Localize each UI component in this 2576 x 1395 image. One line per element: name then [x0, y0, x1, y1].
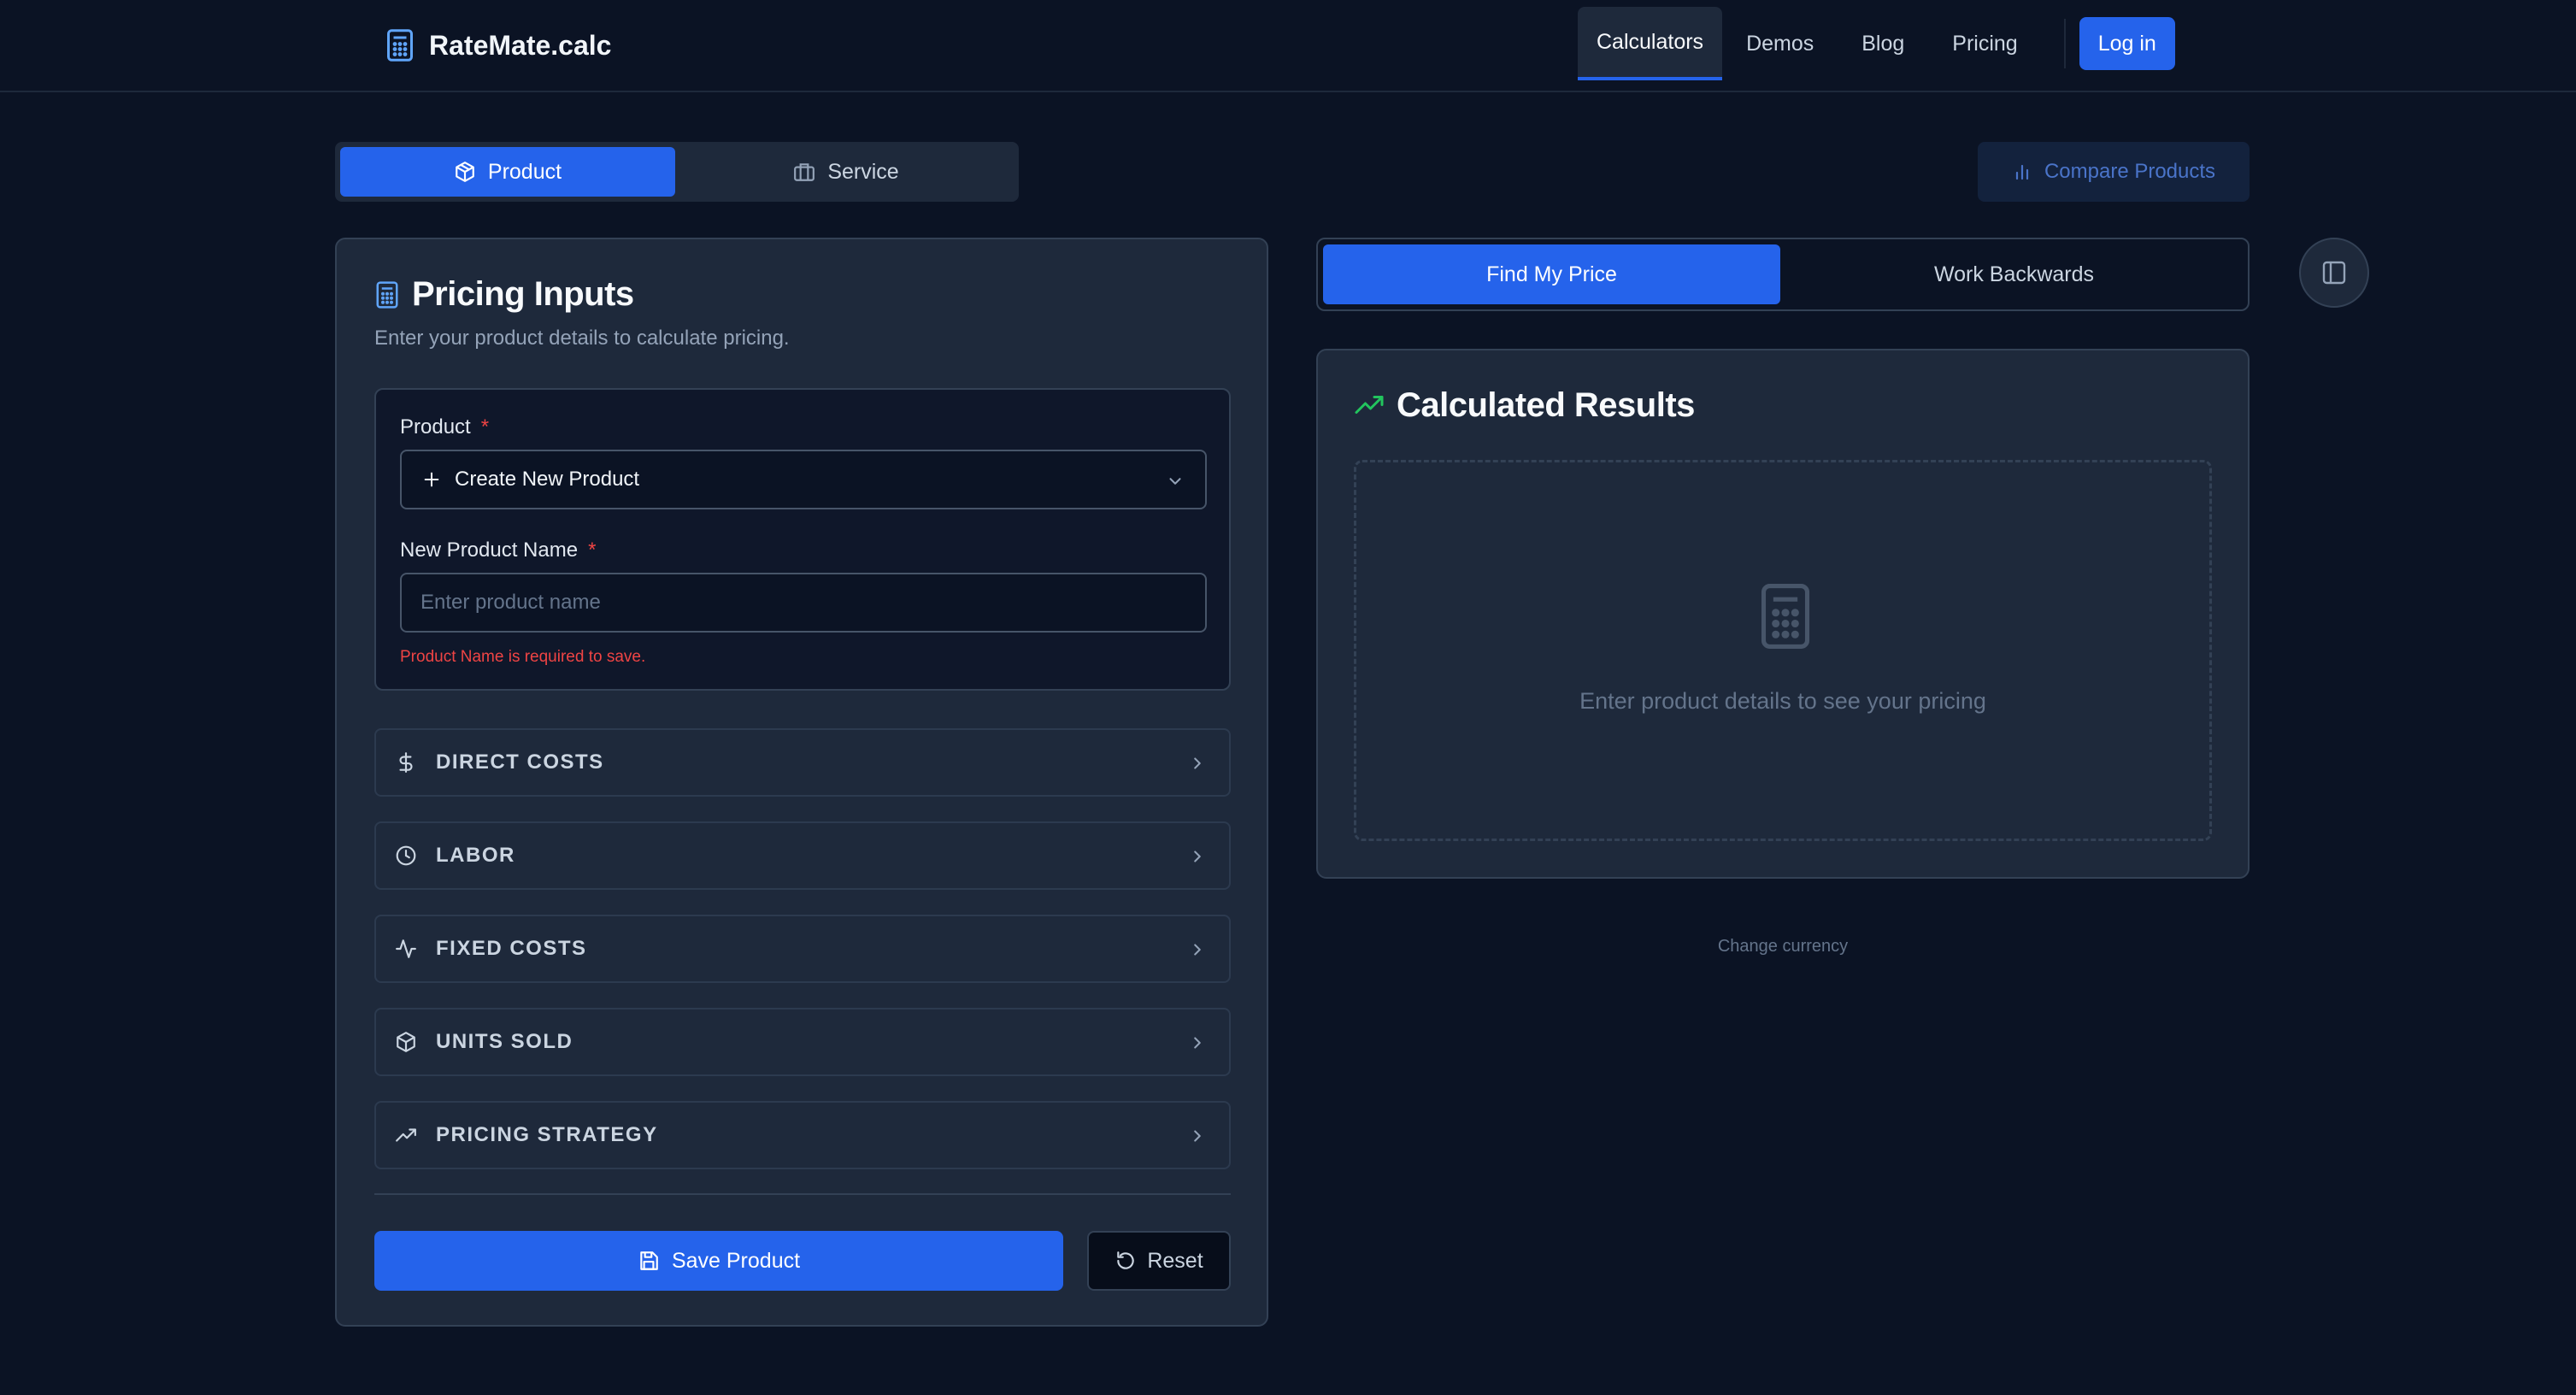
- product-name-error: Product Name is required to save.: [400, 648, 646, 666]
- pricing-inputs-subtitle: Enter your product details to calculate …: [374, 327, 790, 350]
- calculated-results-card: Calculated Results Enter product details…: [1316, 349, 2250, 879]
- calculator-icon: [374, 280, 400, 309]
- product-tab-label: Product: [487, 159, 562, 184]
- briefcase-icon: [793, 161, 815, 183]
- chevron-right-icon: [1188, 1033, 1207, 1052]
- section-fixed-costs[interactable]: FIXED COSTS: [374, 915, 1231, 983]
- nav-pricing[interactable]: Pricing: [1928, 7, 2041, 80]
- reset-label: Reset: [1147, 1248, 1203, 1273]
- trending-up-icon: [1354, 391, 1385, 421]
- product-tab[interactable]: Product: [340, 147, 675, 197]
- calculator-icon: [1756, 582, 1814, 650]
- section-label: DIRECT COSTS: [436, 750, 604, 774]
- activity-icon: [395, 938, 417, 960]
- service-tab-label: Service: [827, 159, 899, 184]
- service-tab[interactable]: Service: [679, 147, 1014, 197]
- pricing-inputs-card: Pricing Inputs Enter your product detail…: [335, 238, 1268, 1327]
- plus-icon: [422, 470, 441, 489]
- reset-button[interactable]: Reset: [1087, 1231, 1231, 1291]
- calculator-icon: [385, 28, 415, 62]
- nav-calculators[interactable]: Calculators: [1578, 7, 1723, 80]
- section-labor[interactable]: LABOR: [374, 821, 1231, 890]
- chevron-right-icon: [1188, 847, 1207, 866]
- section-pricing-strategy[interactable]: PRICING STRATEGY: [374, 1101, 1231, 1169]
- results-header: Calculated Results: [1354, 386, 1695, 425]
- section-label: FIXED COSTS: [436, 937, 587, 960]
- section-label: PRICING STRATEGY: [436, 1123, 658, 1146]
- required-mark: *: [480, 415, 490, 439]
- compare-products-label: Compare Products: [2044, 160, 2216, 183]
- nav-demos[interactable]: Demos: [1722, 7, 1838, 80]
- nav-divider: [2063, 19, 2066, 68]
- required-mark: *: [588, 539, 597, 562]
- change-currency-link[interactable]: Change currency: [1316, 937, 2250, 956]
- divider: [374, 1193, 1231, 1195]
- find-my-price-tab[interactable]: Find My Price: [1323, 244, 1780, 304]
- product-name-label: New Product Name *: [400, 539, 597, 562]
- brand-name: RateMate.calc: [429, 29, 612, 61]
- compare-products-button[interactable]: Compare Products: [1978, 142, 2250, 202]
- product-name-input[interactable]: [400, 573, 1207, 633]
- reset-icon: [1115, 1250, 1137, 1272]
- box-icon: [395, 1031, 417, 1053]
- section-label: LABOR: [436, 844, 515, 867]
- toggle-panel-button[interactable]: [2299, 238, 2369, 308]
- main-nav: Calculators Demos Blog Pricing Log in: [1578, 7, 2175, 80]
- chevron-right-icon: [1188, 754, 1207, 773]
- save-product-button[interactable]: Save Product: [374, 1231, 1063, 1291]
- results-empty-state: Enter product details to see your pricin…: [1354, 460, 2212, 841]
- product-details-box: Product * Create New Product New Product …: [374, 388, 1231, 691]
- box-icon: [454, 161, 476, 183]
- bar-chart-icon: [2012, 162, 2032, 182]
- calculation-mode-toggle: Find My Price Work Backwards: [1316, 238, 2250, 311]
- section-units-sold[interactable]: UNITS SOLD: [374, 1008, 1231, 1076]
- chevron-down-icon: [1166, 472, 1185, 491]
- section-direct-costs[interactable]: DIRECT COSTS: [374, 728, 1231, 797]
- clock-icon: [395, 845, 417, 867]
- brand[interactable]: RateMate.calc: [385, 26, 611, 65]
- section-label: UNITS SOLD: [436, 1030, 573, 1053]
- product-select[interactable]: Create New Product: [400, 450, 1207, 509]
- nav-blog[interactable]: Blog: [1838, 7, 1928, 80]
- work-backwards-tab[interactable]: Work Backwards: [1785, 244, 2243, 304]
- save-icon: [638, 1250, 660, 1272]
- results-empty-text: Enter product details to see your pricin…: [1579, 688, 1986, 714]
- save-product-label: Save Product: [671, 1248, 801, 1273]
- chevron-right-icon: [1188, 940, 1207, 959]
- page-title: Pricing Inputs: [412, 275, 634, 313]
- product-field-label: Product *: [400, 415, 490, 439]
- pricing-inputs-header: Pricing Inputs: [374, 275, 634, 314]
- chevron-right-icon: [1188, 1127, 1207, 1145]
- trending-up-icon: [395, 1124, 417, 1146]
- dollar-icon: [395, 751, 417, 774]
- login-button[interactable]: Log in: [2079, 17, 2175, 70]
- results-title: Calculated Results: [1397, 386, 1695, 424]
- product-service-toggle: Product Service: [335, 142, 1019, 202]
- product-select-value: Create New Product: [455, 468, 640, 491]
- sidebar-panel-icon: [2320, 259, 2348, 286]
- top-header: RateMate.calc Calculators Demos Blog Pri…: [0, 0, 2576, 92]
